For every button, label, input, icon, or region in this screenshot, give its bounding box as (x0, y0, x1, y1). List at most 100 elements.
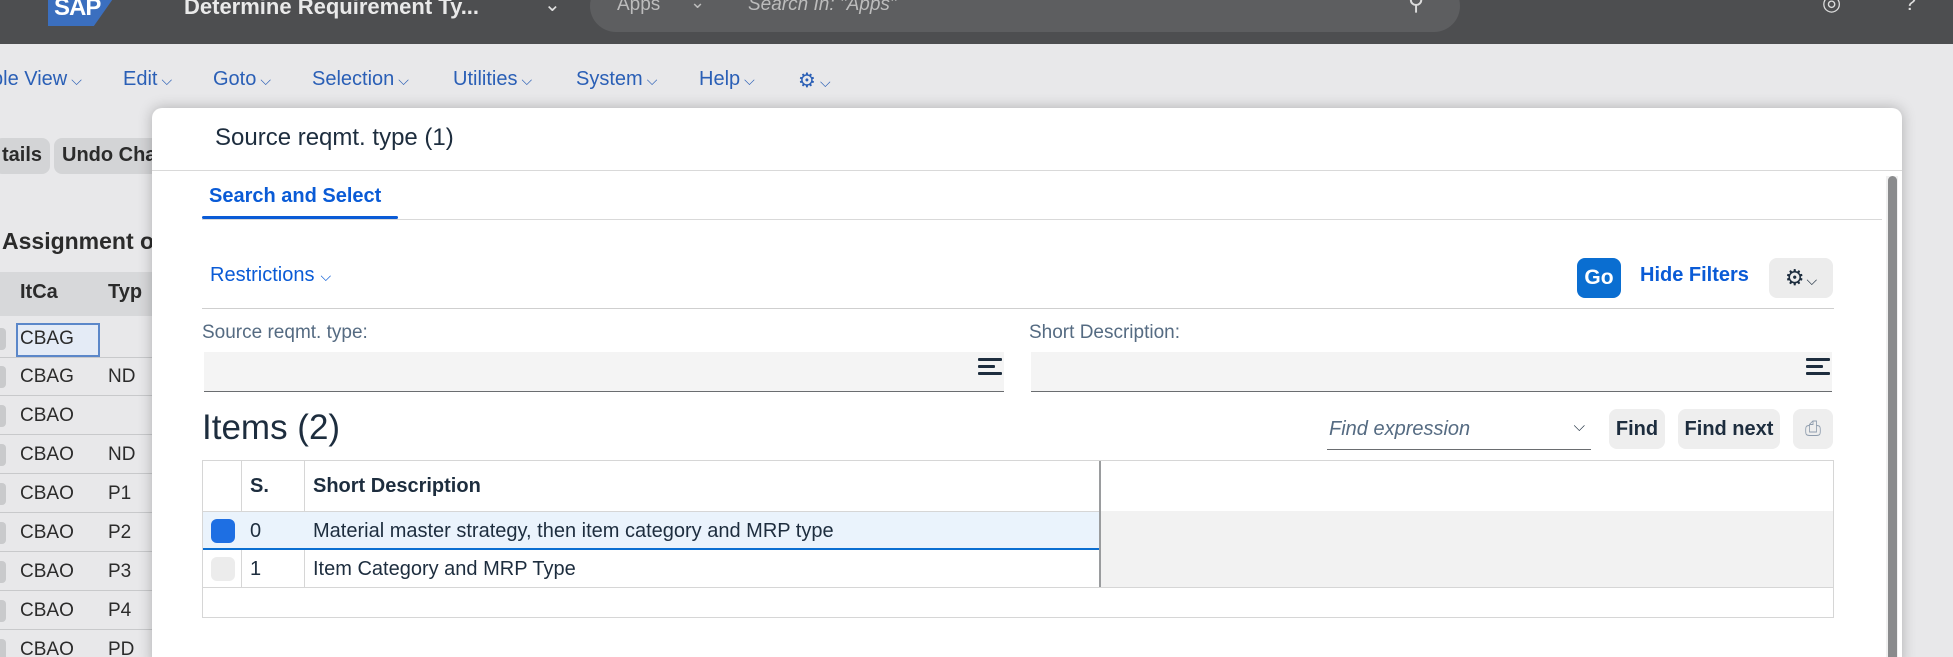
cell-itca[interactable]: CBAO (20, 561, 74, 583)
cell-itca[interactable]: CBAO (20, 444, 74, 466)
value-help-dialog: Source reqmt. type (1) Search and Select… (152, 108, 1902, 657)
menu-help[interactable]: Help ⌵ (699, 68, 755, 91)
short-description-input[interactable] (1031, 352, 1832, 392)
search-scope[interactable]: Apps (617, 0, 660, 16)
search-input[interactable]: Search In: "Apps" (748, 0, 897, 16)
hide-filters-button[interactable]: Hide Filters (1640, 264, 1749, 287)
divider (152, 170, 1902, 171)
menu-table-view[interactable]: ble View⌵ (0, 68, 82, 91)
cell-typ[interactable]: ND (108, 444, 135, 466)
cell-itca[interactable]: CBAG (20, 328, 74, 350)
cell-itca[interactable]: CBAO (20, 522, 74, 544)
row-selector[interactable] (0, 522, 6, 544)
table-footer (203, 588, 1833, 608)
chevron-down-icon: ⌵ (260, 72, 271, 88)
cell-typ[interactable]: P2 (108, 522, 131, 544)
chevron-down-icon[interactable]: ⌄ (544, 0, 561, 17)
cell-itca[interactable]: CBAG (20, 366, 74, 388)
row-checkbox[interactable] (211, 519, 235, 543)
find-expression-input[interactable]: Find expression ⌵ (1327, 410, 1591, 450)
source-reqmt-type-label: Source reqmt. type: (202, 322, 368, 343)
cell-s: 0 (250, 520, 262, 542)
chevron-down-icon: ⌵ (71, 72, 82, 88)
value-help-icon[interactable] (978, 358, 1002, 386)
table-row[interactable]: 0 Material master strategy, then item ca… (203, 512, 1099, 550)
chevron-down-icon: ⌵ (646, 72, 658, 88)
items-title: Items (2) (202, 408, 341, 447)
row-selector[interactable] (0, 405, 6, 427)
menu-goto[interactable]: Goto ⌵ (213, 68, 271, 91)
row-selector[interactable] (0, 600, 6, 622)
table-heading: Assignment o (2, 228, 155, 254)
cell-short-description: Item Category and MRP Type (313, 558, 576, 580)
dialog-title: Source reqmt. type (1) (215, 124, 454, 151)
menu-edit[interactable]: Edit ⌵ (123, 68, 172, 91)
divider (202, 219, 1882, 220)
help-icon[interactable]: ? (1904, 0, 1916, 16)
row-selector[interactable] (0, 444, 6, 466)
source-reqmt-type-input[interactable] (204, 352, 1004, 392)
items-table: S. Short Description 0 Material master s… (202, 460, 1834, 618)
cell-typ[interactable]: PD (108, 639, 134, 657)
column-header-short-description[interactable]: Short Description (313, 475, 481, 498)
cell-itca[interactable]: CBAO (20, 483, 74, 505)
cell-typ[interactable]: P3 (108, 561, 131, 583)
cell-typ[interactable]: P1 (108, 483, 131, 505)
scrollbar-thumb[interactable] (1888, 176, 1897, 657)
cell-short-description: Material master strategy, then item cate… (313, 520, 834, 542)
chevron-down-icon: ⌵ (521, 72, 533, 88)
cell-itca[interactable]: CBAO (20, 600, 74, 622)
menu-label: Help (699, 68, 741, 90)
menu-label: Edit (123, 68, 158, 90)
chevron-down-icon: ⌵ (161, 72, 173, 88)
menu-label: Selection (312, 68, 395, 90)
cell-itca[interactable]: CBAO (20, 405, 74, 427)
row-selector[interactable] (0, 483, 6, 505)
menu-label: Utilities (453, 68, 518, 90)
cell-typ[interactable]: ND (108, 366, 135, 388)
chevron-down-icon[interactable]: ⌄ (690, 0, 705, 13)
chevron-down-icon[interactable]: ⌵ (1574, 418, 1585, 435)
tab-search-and-select[interactable]: Search and Select (209, 185, 381, 208)
find-button[interactable]: Find (1609, 409, 1665, 449)
app-title[interactable]: Determine Requirement Ty... (184, 0, 479, 20)
column-header-s[interactable]: S. (250, 475, 269, 498)
row-selector[interactable] (0, 366, 6, 388)
chevron-down-icon: ⌵ (744, 72, 755, 88)
search-icon[interactable]: ⚲ (1408, 0, 1424, 16)
shell-search-field[interactable] (590, 0, 1460, 32)
short-description-label: Short Description: (1029, 322, 1181, 343)
column-header-itca[interactable]: ItCa (20, 281, 58, 304)
chevron-down-icon: ⌵ (398, 72, 409, 88)
undo-changes-button[interactable]: Undo Cha (54, 138, 164, 174)
column-header-typ[interactable]: Typ (108, 281, 142, 304)
table-empty-area (1101, 511, 1833, 587)
gear-icon: ⚙ (798, 70, 816, 92)
menu-system[interactable]: System ⌵ (576, 68, 657, 91)
row-checkbox[interactable] (211, 557, 235, 581)
row-selector[interactable] (0, 328, 6, 350)
menu-selection[interactable]: Selection ⌵ (312, 68, 409, 91)
menu-label: System (576, 68, 643, 90)
find-next-button[interactable]: Find next (1678, 409, 1780, 449)
print-icon[interactable]: ⎙ (1793, 409, 1833, 449)
cell-itca[interactable]: CBAO (20, 639, 74, 657)
chevron-down-icon: ⌵ (819, 74, 831, 90)
menu-settings[interactable]: ⚙ ⌵ (798, 68, 831, 93)
find-expression-placeholder: Find expression (1329, 418, 1471, 440)
table-row[interactable]: 1 Item Category and MRP Type (203, 550, 1099, 588)
row-selector[interactable] (0, 639, 6, 657)
restrictions-label: Restrictions (210, 264, 315, 286)
menu-utilities[interactable]: Utilities ⌵ (453, 68, 532, 91)
settings-button[interactable]: ⚙ ⌵ (1769, 258, 1833, 298)
cell-s: 1 (250, 558, 262, 580)
value-help-icon[interactable] (1806, 358, 1830, 386)
menu-label: ble View (0, 68, 68, 90)
notifications-icon[interactable]: ◎ (1822, 0, 1841, 16)
row-selector[interactable] (0, 561, 6, 583)
go-button[interactable]: Go (1577, 258, 1621, 298)
restrictions-toggle[interactable]: Restrictions ⌵ (210, 264, 331, 287)
sap-logo-text: SAP (54, 0, 101, 21)
details-button[interactable]: tails (0, 138, 51, 174)
cell-typ[interactable]: P4 (108, 600, 131, 622)
